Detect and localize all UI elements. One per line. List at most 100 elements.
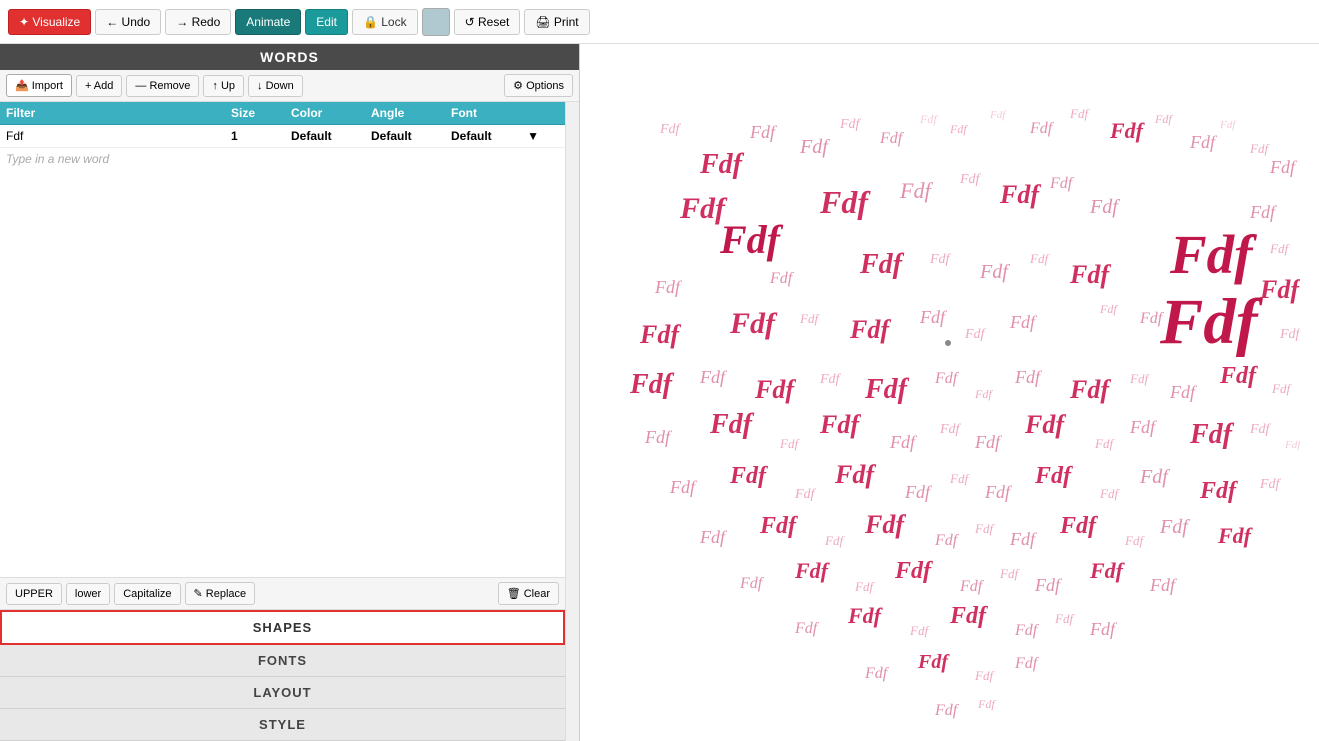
font-dropdown-arrow[interactable]: ▼ [527,129,539,143]
edit-button[interactable]: Edit [305,9,348,35]
word-fdf: Fdf [1217,523,1254,548]
word-fdf: Fdf [1269,157,1298,177]
word-fdf: Fdf [709,409,755,440]
add-button[interactable]: + Add [76,75,122,97]
down-button[interactable]: ↓ Down [248,75,303,97]
table-body: Fdf 1 Default Default Default ▼ Type in … [0,125,565,577]
word-fdf: Fdf [749,122,778,142]
word-fdf: Fdf [799,136,830,158]
word-fdf: Fdf [1259,275,1300,304]
table-header: Filter Size Color Angle Font [0,102,565,125]
word-fdf: Fdf [977,697,996,711]
bottom-toolbar: UPPER lower Capitalize ✎ Replace 🗑 Clear [0,577,565,609]
new-word-placeholder[interactable]: Type in a new word [0,148,565,170]
word-fdf: Fdf [919,307,948,327]
word-fdf: Fdf [1099,302,1118,316]
clear-button[interactable]: 🗑 Clear [498,582,559,605]
word-fdf: Fdf [819,410,861,439]
word-fdf: Fdf [964,327,987,342]
word-fdf: Fdf [1029,120,1055,137]
word-fdf: Fdf [699,149,745,180]
word-fdf: Fdf [847,603,884,628]
word-fdf: Fdf [1284,439,1300,451]
col-header-font: Font [445,102,545,124]
visualize-button[interactable]: ✦ Visualize [8,9,91,35]
word-fdf: Fdf [1219,119,1237,131]
reset-button[interactable]: ↺ Reset [454,9,521,35]
word-fdf: Fdf [999,180,1041,209]
word-fdf: Fdf [1129,417,1158,437]
word-fdf: Fdf [839,117,862,132]
word-fdf: Fdf [1014,622,1040,639]
word-fdf: Fdf [929,252,952,267]
word-fdf: Fdf [699,527,728,547]
undo-button[interactable]: ← Undo [95,9,161,35]
capitalize-button[interactable]: Capitalize [114,583,180,605]
menu-item-shapes[interactable]: SHAPES [0,610,565,645]
menu-item-layout[interactable]: LAYOUT [0,677,565,709]
word-fdf: Fdf [1014,367,1043,387]
top-toolbar: ✦ Visualize ← Undo → Redo Animate Edit 🔒… [0,0,1319,44]
word-fdf: Fdf [864,374,910,405]
word-fdf: Fdf [729,463,768,489]
word-fdf: Fdf [1259,477,1282,492]
menu-item-style[interactable]: STYLE [0,709,565,741]
word-fdf: Fdf [1069,260,1111,289]
menu-item-fonts[interactable]: FONTS [0,645,565,677]
word-fdf: Fdf [679,192,728,225]
options-button[interactable]: ⚙ Options [504,74,573,97]
upper-button[interactable]: UPPER [6,583,62,605]
word-fdf: Fdf [1219,363,1258,389]
words-table-wrapper: Filter Size Color Angle Font Fdf 1 Defau… [0,102,579,741]
font-cell: Default ▼ [445,125,545,147]
word-fdf: Fdf [974,521,995,536]
word-fdf: Fdf [979,261,1010,283]
word-fdf: Fdf [754,375,796,404]
word-fdf: Fdf [779,436,800,451]
word-fdf: Fdf [1249,141,1270,156]
color-picker[interactable] [422,8,450,36]
words-panel-title: WORDS [0,44,579,70]
word-fdf: Fdf [1034,463,1073,489]
word-cloud-container: .fdf-large { font-family: Georgia, serif… [580,44,1319,741]
word-fdf: Fdf [1009,529,1038,549]
word-fdf: Fdf [989,109,1007,121]
word-cell: Fdf [0,125,225,147]
word-fdf: Fdf [1159,516,1190,538]
print-button[interactable]: 🖨 Print [524,9,589,35]
word-cloud-svg: .fdf-large { font-family: Georgia, serif… [600,53,1300,733]
word-fdf: Fdf [904,482,933,502]
word-fdf: Fdf [799,311,820,326]
import-button[interactable]: 📤 Import [6,74,72,97]
word-fdf: Fdf [819,372,842,387]
table-row[interactable]: Fdf 1 Default Default Default ▼ [0,125,565,148]
word-fdf: Fdf [909,623,930,638]
word-fdf: Fdf [879,130,905,147]
up-button[interactable]: ↑ Up [203,75,244,97]
word-fdf: Fdf [1169,382,1198,402]
remove-button[interactable]: — Remove [126,75,199,97]
word-fdf: Fdf [854,579,875,594]
word-fdf: Fdf [1049,175,1075,192]
word-fdf: Fdf [1089,619,1118,639]
lower-button[interactable]: lower [66,583,110,605]
word-fdf: Fdf [1149,575,1178,595]
table-scrollbar[interactable] [565,102,579,741]
word-fdf: Fdf [1029,251,1050,266]
menu-panel: SHAPES FONTS LAYOUT STYLE [0,609,565,741]
word-fdf: Fdf [1279,327,1300,342]
word-fdf: Fdf [864,665,890,682]
word-fdf: Fdf [859,249,905,280]
lock-button[interactable]: 🔒 Lock [352,9,418,35]
redo-button[interactable]: → Redo [165,9,231,35]
word-fdf: Fdf [1054,611,1075,626]
animate-button[interactable]: Animate [235,9,301,35]
word-fdf: Fdf [1034,575,1063,595]
word-fdf: Fdf [1009,312,1038,332]
right-panel: .fdf-large { font-family: Georgia, serif… [580,44,1319,741]
word-fdf: Fdf [1249,422,1272,437]
replace-button[interactable]: ✎ Replace [185,582,256,605]
word-fdf: Fdf [1199,478,1238,504]
word-fdf: Fdf [934,370,960,387]
center-marker [945,340,951,346]
